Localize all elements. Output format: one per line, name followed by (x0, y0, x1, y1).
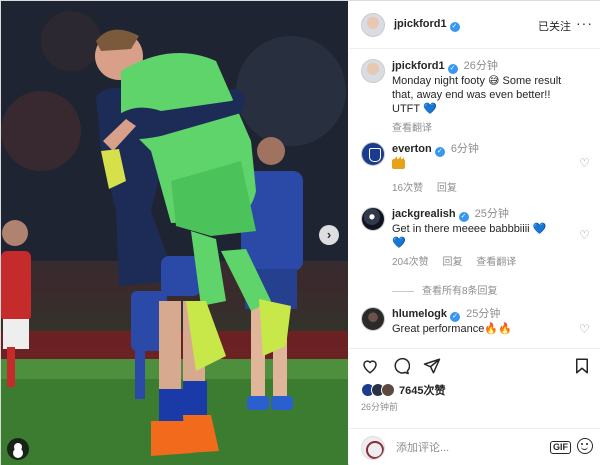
comment-input[interactable] (396, 441, 556, 454)
comment-time[interactable]: 25分钟 (475, 208, 509, 220)
caption-time[interactable]: 26分钟 (464, 60, 498, 72)
user-icon (14, 443, 22, 451)
emoji-icon[interactable] (577, 438, 593, 454)
comments-list[interactable]: jpickford1 ✓ 26分钟 Monday night footy 😅 So… (349, 49, 600, 347)
fire-emoji: 🔥🔥 (484, 323, 512, 335)
verified-icon: ✓ (434, 147, 445, 157)
caption-text-3: UTFT (392, 103, 420, 115)
gif-icon[interactable]: GIF (550, 441, 571, 454)
following-button[interactable]: 已关注 (538, 18, 571, 34)
heart-icon[interactable] (361, 357, 379, 375)
verified-icon: ✓ (450, 312, 461, 322)
post-sidebar: jpickford1 ✓ 已关注 ··· jpickford1 ✓ 26分钟 Mon… (349, 1, 600, 465)
caption-username[interactable]: jpickford1 (392, 60, 445, 72)
caption-text-2: that, away end was even better!! (392, 89, 551, 101)
likes-summary[interactable]: 7645次赞 (361, 382, 445, 398)
post-photo[interactable]: › (1, 1, 348, 465)
see-translation-link[interactable]: 查看翻译 (392, 123, 432, 134)
avatar[interactable] (361, 59, 385, 83)
reply-link[interactable]: 回复 (437, 183, 457, 194)
comment-username[interactable]: hlumelogk (392, 308, 447, 320)
comment-item: jackgrealish ✓ 25分钟 Get in there meeee ba… (361, 207, 595, 268)
post-dialog: › jpickford1 ✓ 已关注 ··· jpickford1 ✓ 26分钟 M… (0, 0, 600, 465)
comment-likes[interactable]: 16次赞 (392, 183, 423, 194)
post-timestamp[interactable]: 26分钟前 (361, 400, 398, 413)
comment-time[interactable]: 6分钟 (451, 143, 479, 155)
view-replies-link[interactable]: 查看所有8条回复 (392, 282, 498, 297)
avatar[interactable] (361, 142, 385, 166)
comment-username[interactable]: jackgrealish (392, 208, 456, 220)
verified-icon: ✓ (447, 64, 458, 74)
post-actions: 7645次赞 26分钟前 (349, 348, 600, 428)
verified-icon: ✓ (458, 212, 469, 222)
see-translation-link[interactable]: 查看翻译 (476, 257, 516, 268)
comment-item: everton ✓ 6分钟 16次赞 回复 ♡ (361, 142, 595, 194)
avatar[interactable] (361, 12, 385, 37)
comment-text: Great performance (392, 323, 485, 335)
caption-text: Monday night footy 😅 Some result (392, 75, 562, 87)
celebration-image (1, 1, 348, 465)
send-icon[interactable] (423, 357, 441, 375)
comment-text: Get in there meeee babbbiiii (392, 223, 530, 235)
avatar[interactable] (361, 207, 385, 231)
reply-link[interactable]: 回复 (442, 257, 462, 268)
username-text: jpickford1 (394, 17, 447, 30)
post-header: jpickford1 ✓ 已关注 ··· (349, 1, 600, 49)
comment-icon[interactable] (392, 357, 411, 375)
like-comment-heart-icon[interactable]: ♡ (579, 157, 591, 169)
post-author-username[interactable]: jpickford1 ✓ (394, 18, 460, 32)
next-photo-button[interactable]: › (319, 225, 339, 245)
caption: jpickford1 ✓ 26分钟 Monday night footy 😅 So… (361, 59, 595, 134)
tagged-users-button[interactable] (7, 438, 29, 460)
comment-time[interactable]: 25分钟 (466, 308, 500, 320)
more-options-icon[interactable]: ··· (576, 15, 593, 31)
like-comment-heart-icon[interactable]: ♡ (579, 229, 591, 241)
comment-item: hlumelogk ✓ 25分钟 Great performance🔥🔥 ♡ (361, 307, 595, 336)
comment-username[interactable]: everton (392, 143, 432, 155)
comment-likes[interactable]: 204次赞 (392, 257, 429, 268)
avatar (361, 435, 385, 460)
add-comment-bar: GIF (349, 428, 600, 465)
blue-heart-emoji: 💙 (392, 237, 406, 249)
liker-avatar (381, 383, 395, 397)
verified-icon: ✓ (449, 21, 460, 32)
like-comment-heart-icon[interactable]: ♡ (579, 323, 591, 335)
crown-emoji (392, 156, 405, 169)
blue-heart-emoji: 💙 (532, 223, 547, 235)
likes-count[interactable]: 7645次赞 (399, 382, 445, 398)
bookmark-icon[interactable] (573, 357, 591, 375)
avatar[interactable] (361, 307, 385, 331)
blue-heart-emoji: 💙 (422, 103, 437, 115)
